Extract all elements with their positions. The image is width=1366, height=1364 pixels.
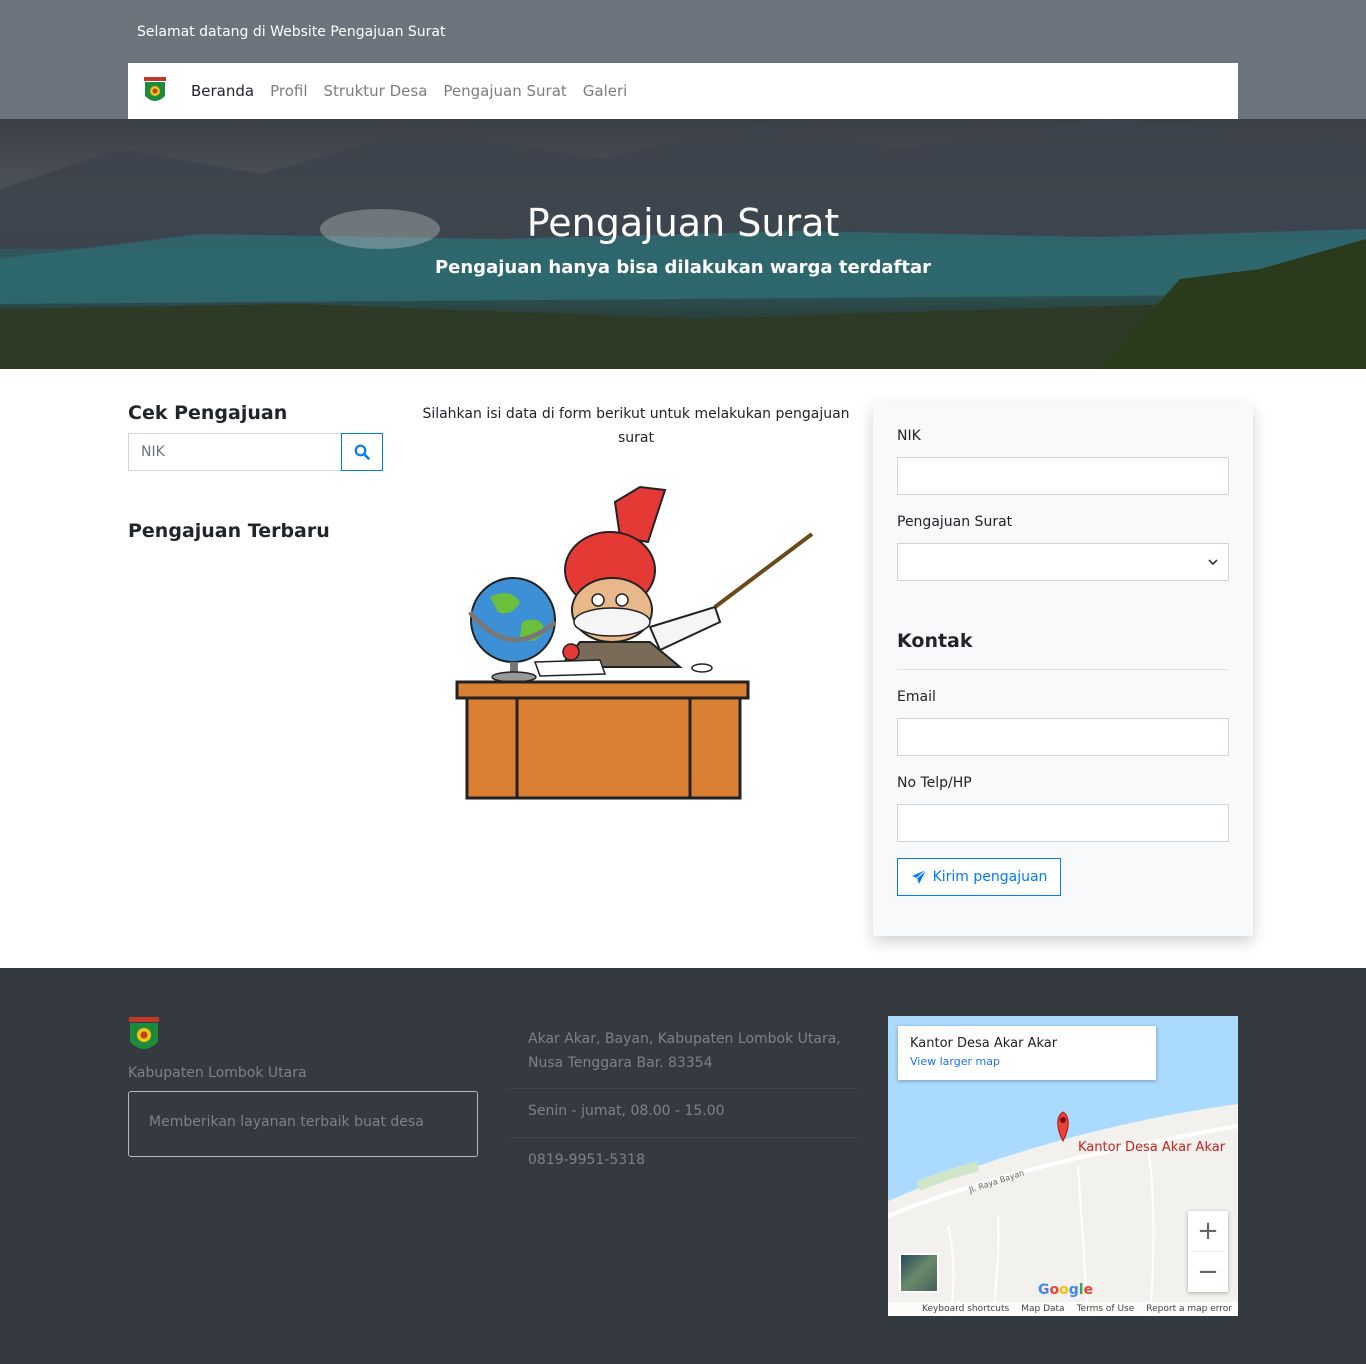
kirim-pengajuan-label: Kirim pengajuan bbox=[932, 869, 1048, 885]
search-icon bbox=[354, 444, 370, 460]
map-pin-label: Kantor Desa Akar Akar bbox=[1078, 1140, 1226, 1155]
embedded-map[interactable]: Kantor Desa Akar Akar Jl. Raya Bayan Kan… bbox=[888, 1016, 1238, 1316]
regency-logo-icon bbox=[129, 1017, 159, 1049]
footer-tagline: Memberikan layanan terbaik buat desa bbox=[128, 1091, 478, 1157]
search-button[interactable] bbox=[341, 433, 383, 471]
report-map-error-link[interactable]: Report a map error bbox=[1146, 1304, 1232, 1314]
nav-galeri[interactable]: Galeri bbox=[583, 82, 628, 100]
paper-plane-icon bbox=[911, 869, 926, 884]
map-zoom-control: + − bbox=[1188, 1211, 1228, 1292]
view-larger-map-link[interactable]: View larger map bbox=[910, 1055, 1144, 1068]
footer-hours: Senin - jumat, 08.00 - 15.00 bbox=[528, 1103, 725, 1119]
chevron-down-icon bbox=[1208, 559, 1218, 566]
telp-label: No Telp/HP bbox=[897, 775, 972, 791]
map-place-card: Kantor Desa Akar Akar View larger map bbox=[898, 1026, 1156, 1080]
top-band: Selamat datang di Website Pengajuan Sura… bbox=[0, 0, 1366, 119]
hero-subtitle: Pengajuan hanya bisa dilakukan warga ter… bbox=[434, 257, 932, 278]
footer: Kabupaten Lombok Utara Memberikan layana… bbox=[0, 968, 1366, 1364]
kontak-title: Kontak bbox=[897, 630, 973, 652]
pengajuan-terbaru-title: Pengajuan Terbaru bbox=[128, 520, 330, 542]
welcome-text: Selamat datang di Website Pengajuan Sura… bbox=[137, 24, 446, 40]
footer-divider bbox=[508, 1088, 858, 1089]
hero-banner: Pengajuan Surat Pengajuan hanya bisa dil… bbox=[0, 119, 1366, 369]
zoom-in-button[interactable]: + bbox=[1188, 1211, 1228, 1251]
satellite-toggle-button[interactable] bbox=[899, 1253, 939, 1293]
cek-pengajuan-title: Cek Pengajuan bbox=[128, 402, 288, 424]
zoom-out-button[interactable]: − bbox=[1188, 1252, 1228, 1292]
email-label: Email bbox=[897, 689, 936, 705]
map-data-link[interactable]: Map Data bbox=[1021, 1304, 1064, 1314]
nik-field[interactable] bbox=[897, 457, 1229, 495]
map-attribution: Keyboard shortcuts Map Data Terms of Use… bbox=[888, 1302, 1238, 1316]
map-place-title: Kantor Desa Akar Akar bbox=[910, 1036, 1058, 1051]
kirim-pengajuan-button[interactable]: Kirim pengajuan bbox=[897, 858, 1061, 896]
form-intro-text: Silahkan isi data di form berikut untuk … bbox=[422, 406, 850, 446]
nik-search-input[interactable] bbox=[128, 433, 342, 471]
nik-label: NIK bbox=[897, 428, 921, 444]
google-logo: Google bbox=[1038, 1282, 1094, 1298]
village-logo-icon[interactable] bbox=[143, 76, 167, 106]
footer-divider bbox=[508, 1137, 858, 1138]
kontak-divider bbox=[897, 669, 1229, 670]
navbar: Beranda Profil Struktur Desa Pengajuan S… bbox=[128, 63, 1238, 119]
footer-address: Akar Akar, Bayan, Kabupaten Lombok Utara… bbox=[528, 1031, 841, 1071]
footer-region: Kabupaten Lombok Utara bbox=[128, 1065, 307, 1081]
pengajuan-surat-select[interactable] bbox=[897, 543, 1229, 581]
footer-phone: 0819-9951-5318 bbox=[528, 1152, 645, 1168]
keyboard-shortcuts-link[interactable]: Keyboard shortcuts bbox=[922, 1304, 1009, 1314]
terms-of-use-link[interactable]: Terms of Use bbox=[1077, 1304, 1135, 1314]
teacher-illustration bbox=[455, 485, 814, 800]
telp-field[interactable] bbox=[897, 804, 1229, 842]
pengajuan-surat-label: Pengajuan Surat bbox=[897, 514, 1013, 530]
hero-title: Pengajuan Surat bbox=[526, 201, 840, 245]
nav-pengajuan-surat[interactable]: Pengajuan Surat bbox=[443, 82, 566, 100]
nav-beranda[interactable]: Beranda bbox=[191, 82, 254, 100]
nav-profil[interactable]: Profil bbox=[270, 82, 307, 100]
nav-struktur-desa[interactable]: Struktur Desa bbox=[324, 82, 428, 100]
email-field[interactable] bbox=[897, 718, 1229, 756]
pengajuan-form-card: NIK Pengajuan Surat Kontak Email No Telp… bbox=[873, 402, 1253, 936]
